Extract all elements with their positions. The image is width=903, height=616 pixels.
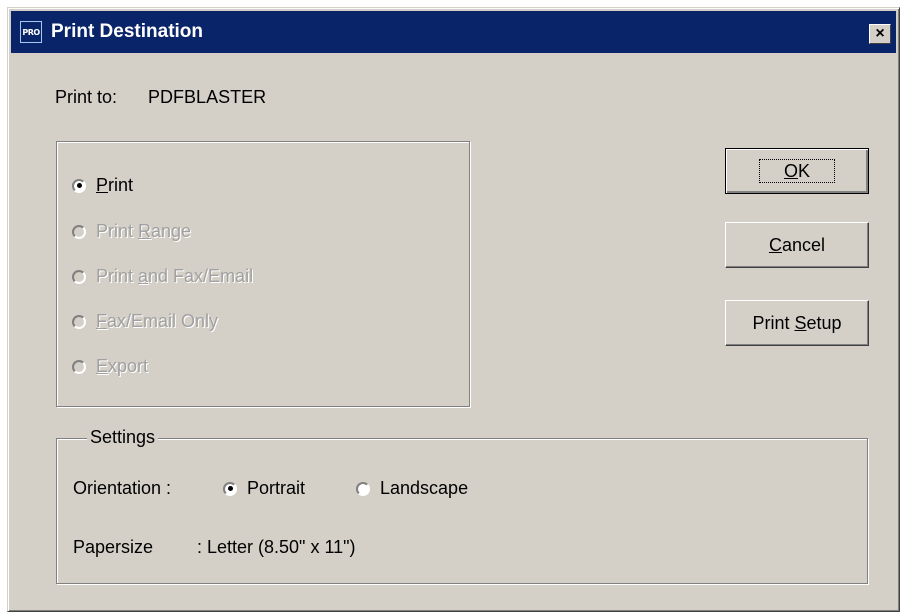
cancel-button[interactable]: Cancel [725,222,869,268]
radio-print-range: Print Range [72,221,191,242]
title-bar[interactable]: PRO Print Destination × [11,11,896,53]
radio-landscape[interactable]: Landscape [356,478,468,499]
ok-button[interactable]: OK [725,148,869,194]
window-title: Print Destination [51,21,204,42]
print-destination-dialog: PRO Print Destination × Print to: PDFBLA… [7,7,900,612]
radio-print[interactable]: Print [72,175,133,196]
close-button[interactable]: × [869,24,891,44]
radio-label-print-range: Print Range [96,221,192,241]
radio-print-and-fax-email: Print and Fax/Email [72,266,253,287]
radio-label-print-and-fax-email: Print and Fax/Email [96,266,254,286]
cancel-button-label: Cancel [768,234,826,255]
radio-label-export: Export [96,356,149,376]
print-to-line: Print to: PDFBLASTER [55,87,266,108]
papersize-value: : Letter (8.50" x 11") [197,537,356,557]
radio-selected-dot [227,486,233,491]
radio-label-portrait: Portrait [247,478,306,498]
radio-label-print: Print [96,175,134,195]
print-to-label: Print to: [55,87,118,107]
radio-button-portrait[interactable] [223,481,237,496]
radio-export: Export [72,356,148,377]
radio-button-print-range [72,224,86,239]
settings-legend: Settings [87,427,159,448]
orientation-label: Orientation : [73,478,172,498]
radio-button-fax-email-only [72,314,86,329]
ok-button-label: OK [758,159,836,183]
radio-button-export [72,359,86,374]
settings-group [56,438,868,584]
radio-fax-email-only: Fax/Email Only [72,311,218,332]
radio-button-print-and-fax-email [72,269,86,284]
radio-selected-dot [76,183,82,188]
close-icon: × [875,25,885,42]
radio-button-print[interactable] [72,178,86,193]
radio-button-landscape[interactable] [356,481,370,496]
print-to-value: PDFBLASTER [148,87,267,107]
papersize-label: Papersize [73,537,154,557]
radio-portrait[interactable]: Portrait [223,478,305,499]
print-setup-button-label: Print Setup [752,312,842,333]
radio-label-fax-email-only: Fax/Email Only [96,311,219,331]
app-icon: PRO [20,21,42,43]
access-key: P [96,175,109,195]
radio-label-landscape: Landscape [380,478,469,498]
print-setup-button[interactable]: Print Setup [725,300,869,346]
